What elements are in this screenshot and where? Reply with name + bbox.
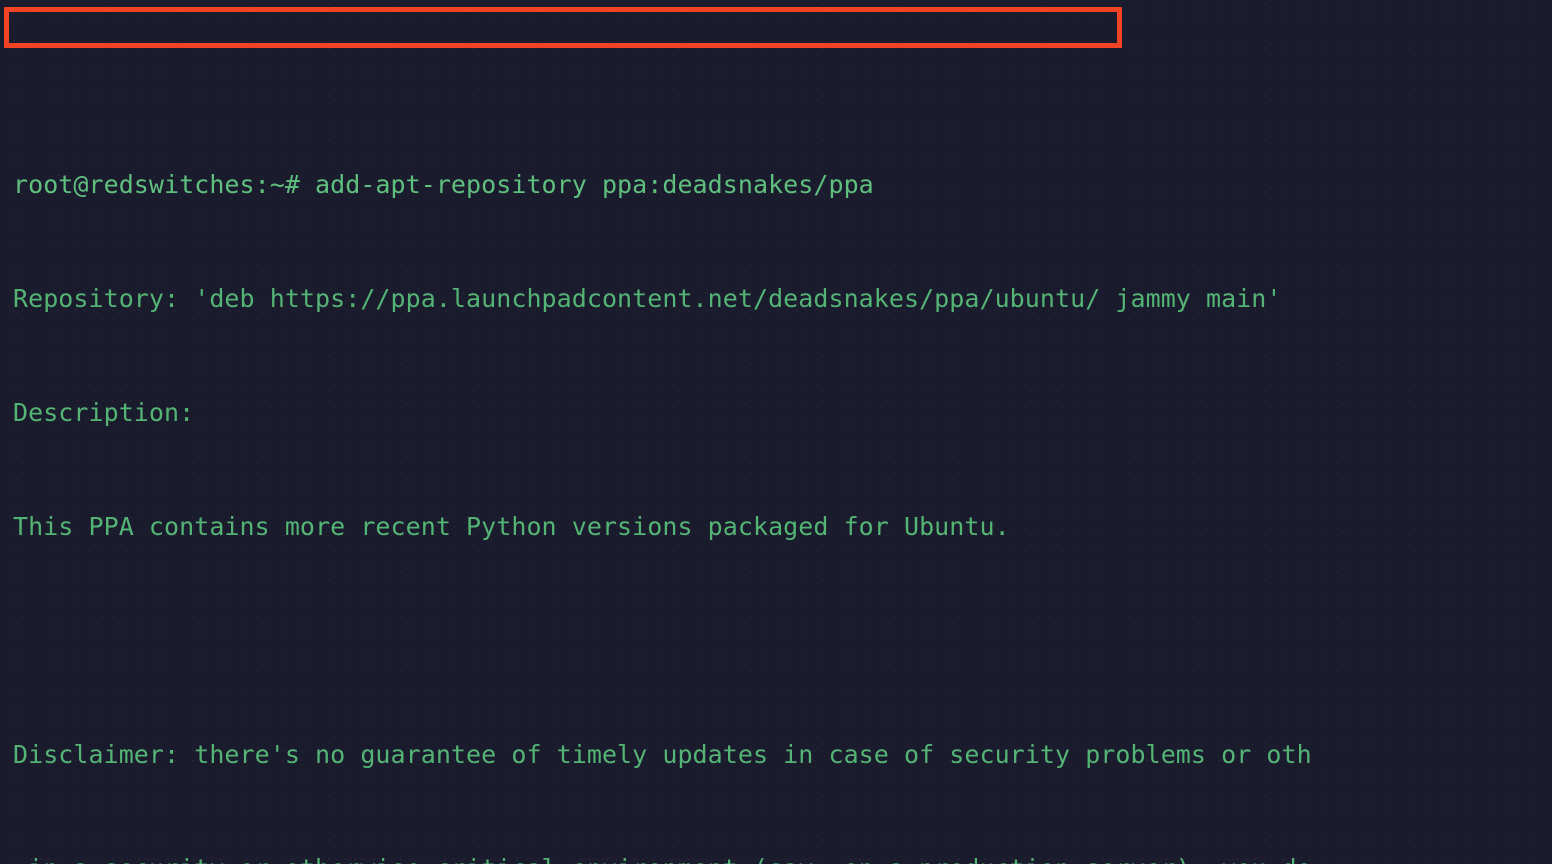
terminal-line-blank-1 [0, 622, 1552, 660]
terminal-line-repository: Repository: 'deb https://ppa.launchpadco… [13, 284, 1282, 313]
terminal-line-disclaimer-1: Disclaimer: there's no guarantee of time… [13, 740, 1312, 769]
terminal-window[interactable]: ... .. . . ., . .. ., . . . . root@redsw… [0, 0, 1552, 864]
terminal-line-disclaimer-2: in a security-or-otherwise-critical envi… [0, 850, 1552, 864]
terminal-line-scrollback-clipped: ... .. . . ., . .. ., . . . . [0, 52, 1552, 90]
terminal-command-line[interactable]: root@redswitches:~# add-apt-repository p… [0, 166, 1552, 204]
terminal-line-description-label: Description: [13, 398, 195, 427]
terminal-line-description-body: This PPA contains more recent Python ver… [13, 512, 1010, 541]
terminal-output: ... .. . . ., . .. ., . . . . root@redsw… [0, 0, 1552, 864]
